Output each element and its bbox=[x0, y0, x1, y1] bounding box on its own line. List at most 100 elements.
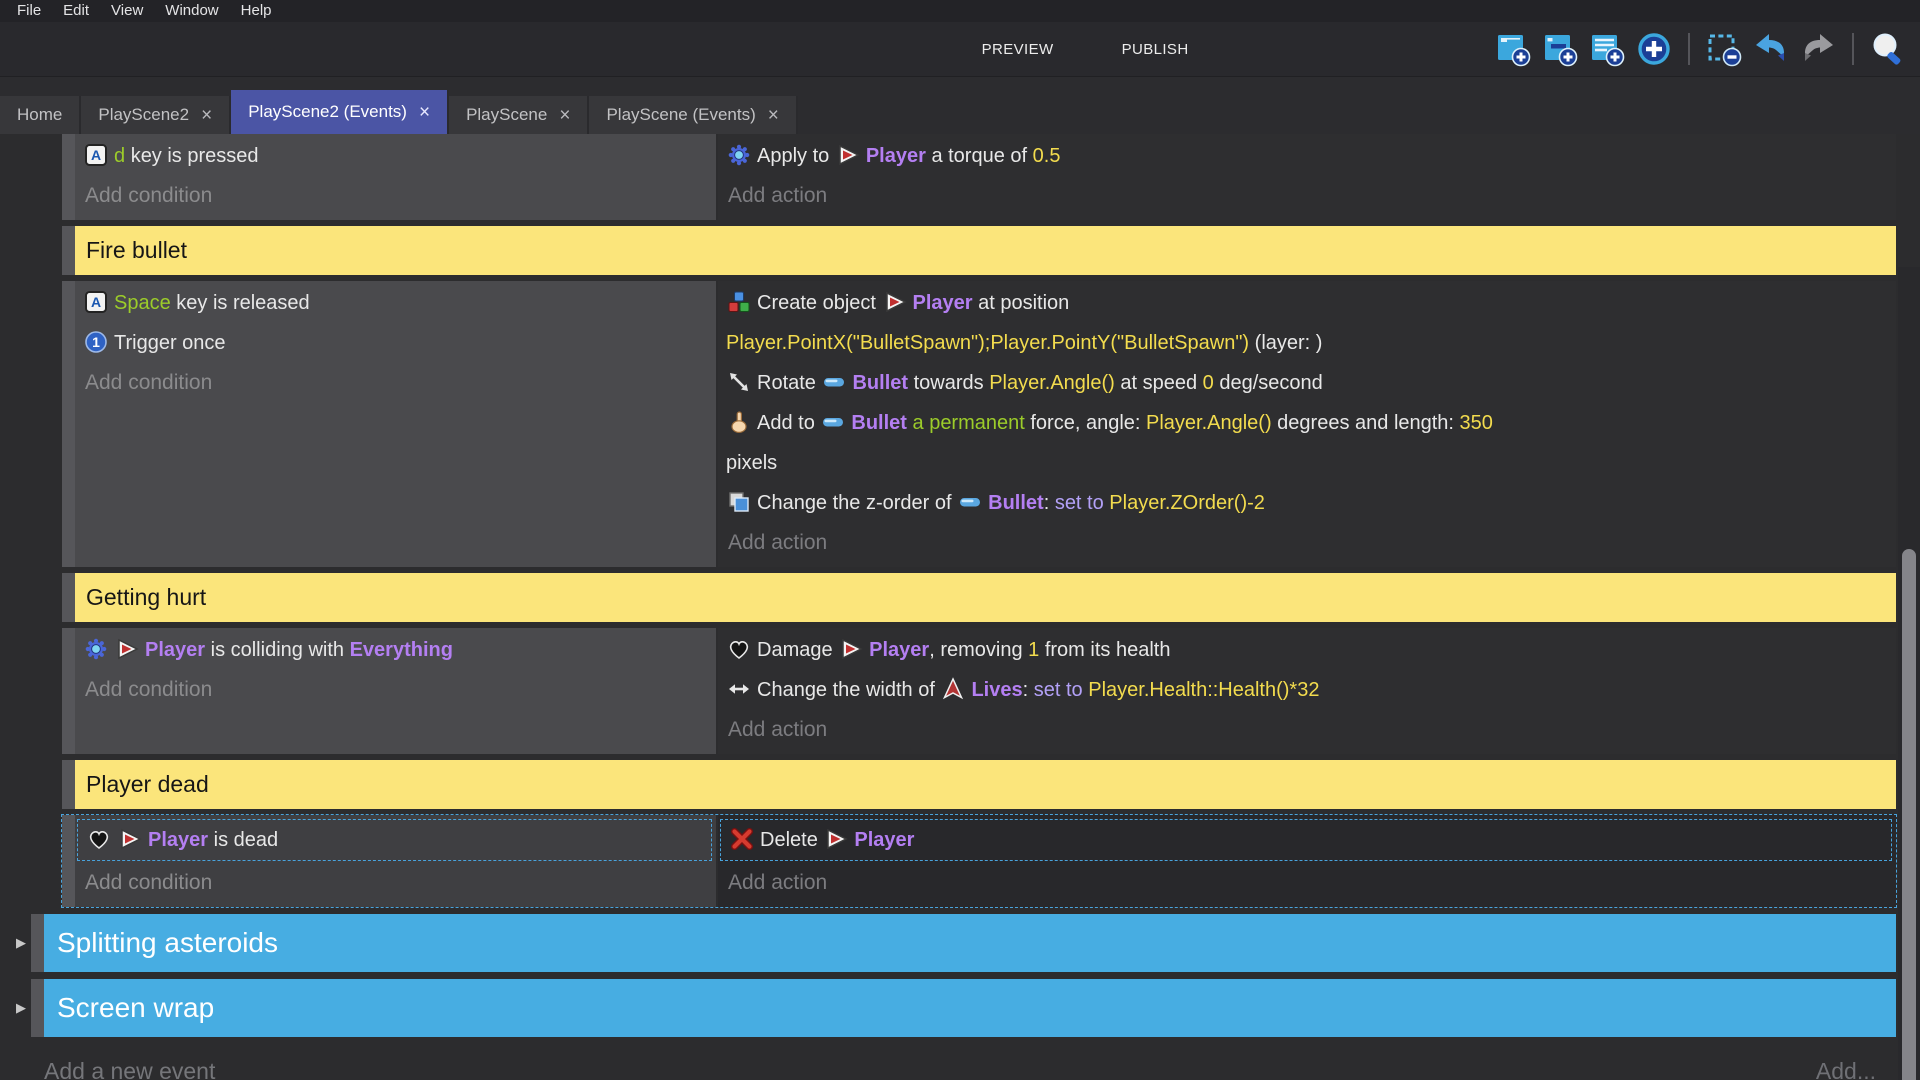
redo-icon[interactable] bbox=[1800, 31, 1836, 67]
row-gutter bbox=[0, 628, 62, 754]
menu-window[interactable]: Window bbox=[154, 0, 229, 22]
action-line[interactable]: Change the z-order of Bullet: set to Pla… bbox=[726, 483, 1890, 523]
event-drag-handle[interactable] bbox=[62, 628, 75, 754]
tab-label: PlayScene bbox=[466, 105, 547, 125]
conditions-column: Player is deadAdd condition bbox=[75, 815, 716, 907]
token: a torque of bbox=[926, 145, 1033, 167]
event-drag-handle[interactable] bbox=[62, 815, 75, 907]
scrollbar-thumb[interactable] bbox=[1902, 549, 1916, 1080]
token: 350 bbox=[1460, 412, 1493, 434]
tab-close-icon[interactable]: × bbox=[768, 106, 779, 125]
publish-icon[interactable] bbox=[1077, 31, 1113, 67]
token: : bbox=[1023, 679, 1034, 701]
tab-close-icon[interactable]: × bbox=[559, 106, 570, 125]
event-drag-handle[interactable] bbox=[31, 914, 44, 972]
action-line[interactable]: Apply to Player a torque of 0.5 bbox=[726, 136, 1890, 176]
tab-close-icon[interactable]: × bbox=[201, 106, 212, 125]
menu-file[interactable]: File bbox=[6, 0, 52, 22]
event-drag-handle[interactable] bbox=[62, 134, 75, 220]
add-condition-button[interactable]: Add condition bbox=[75, 670, 716, 710]
comment-bar[interactable]: Fire bullet bbox=[75, 226, 1896, 275]
search-icon[interactable] bbox=[1870, 31, 1906, 67]
player-ship-icon bbox=[115, 637, 139, 661]
player-ship-icon bbox=[836, 143, 860, 167]
row-gutter bbox=[0, 760, 62, 809]
keyboard-key-icon: A bbox=[84, 290, 108, 314]
action-line[interactable]: Rotate Bullet towards Player.Angle() at … bbox=[726, 363, 1890, 403]
tab-close-icon[interactable]: × bbox=[419, 103, 430, 122]
undo-icon[interactable] bbox=[1753, 31, 1789, 67]
event-drag-handle[interactable] bbox=[31, 979, 44, 1037]
token: : bbox=[1044, 492, 1055, 514]
add-circle-icon[interactable] bbox=[1636, 31, 1672, 67]
add-action-button[interactable]: Add action bbox=[718, 523, 1896, 563]
add-comment-icon[interactable] bbox=[1589, 31, 1625, 67]
comment-bar[interactable]: Getting hurt bbox=[75, 573, 1896, 622]
bullet-icon bbox=[958, 490, 982, 514]
event-sheet: Ad key is pressedAdd conditionApply to P… bbox=[0, 134, 1920, 1080]
menu-view[interactable]: View bbox=[100, 0, 154, 22]
token: a permanent bbox=[907, 412, 1025, 434]
conditions-column: Player is colliding with EverythingAdd c… bbox=[75, 628, 716, 754]
preview-label[interactable]: PREVIEW bbox=[982, 41, 1054, 58]
fold-arrow-icon[interactable]: ▶ bbox=[16, 1000, 26, 1016]
toolbar-separator bbox=[1688, 33, 1690, 65]
group-bar[interactable]: Splitting asteroids bbox=[44, 914, 1896, 972]
add-action-button[interactable]: Add action bbox=[718, 710, 1896, 750]
action-line[interactable]: Change the width of Lives: set to Player… bbox=[726, 670, 1890, 710]
token: Player bbox=[148, 829, 208, 851]
event-drag-handle[interactable] bbox=[62, 226, 75, 275]
bullet-icon bbox=[821, 410, 845, 434]
action-line[interactable]: Add to Bullet a permanent force, angle: … bbox=[726, 403, 1890, 483]
token: Create object bbox=[757, 292, 882, 314]
menu-help[interactable]: Help bbox=[230, 0, 283, 22]
remove-selection-icon[interactable] bbox=[1706, 31, 1742, 67]
add-condition-button[interactable]: Add condition bbox=[75, 863, 716, 903]
publish-label[interactable]: PUBLISH bbox=[1122, 41, 1189, 58]
fold-arrow-icon[interactable]: ▶ bbox=[16, 935, 26, 951]
add-subevent-icon[interactable] bbox=[1542, 31, 1578, 67]
tab-playscene2-events-[interactable]: PlayScene2 (Events)× bbox=[231, 90, 449, 134]
action-line[interactable]: Damage Player, removing 1 from its healt… bbox=[726, 630, 1890, 670]
token: Add to bbox=[757, 412, 820, 434]
add-event-icon[interactable] bbox=[1495, 31, 1531, 67]
add-action-button[interactable]: Add action bbox=[718, 176, 1896, 216]
action-line[interactable]: Create object Player at position Player.… bbox=[726, 283, 1890, 363]
token: (layer: ) bbox=[1249, 332, 1322, 354]
condition-line[interactable]: Player is dead bbox=[86, 820, 705, 860]
token: set to bbox=[1034, 679, 1088, 701]
debug-icon[interactable] bbox=[892, 31, 928, 67]
keyboard-key-icon: A bbox=[84, 143, 108, 167]
comment-bar[interactable]: Player dead bbox=[75, 760, 1896, 809]
add-condition-button[interactable]: Add condition bbox=[75, 176, 716, 216]
token: deg/second bbox=[1214, 372, 1323, 394]
condition-line[interactable]: 1Trigger once bbox=[83, 323, 710, 363]
menu-edit[interactable]: Edit bbox=[52, 0, 100, 22]
token: is colliding with bbox=[205, 639, 350, 661]
tab-playscene-events-[interactable]: PlayScene (Events)× bbox=[589, 96, 797, 134]
event-drag-handle[interactable] bbox=[62, 573, 75, 622]
tab-home[interactable]: Home bbox=[0, 96, 81, 134]
action-line[interactable]: Delete Player bbox=[729, 820, 1885, 860]
event-drag-handle[interactable] bbox=[62, 760, 75, 809]
add-action-button[interactable]: Add action bbox=[718, 863, 1896, 903]
token: degrees and length: bbox=[1272, 412, 1460, 434]
physics-gear-icon bbox=[84, 637, 108, 661]
add-condition-button[interactable]: Add condition bbox=[75, 363, 716, 403]
group-bar[interactable]: Screen wrap bbox=[44, 979, 1896, 1037]
add-new-event-button[interactable]: Add a new event bbox=[44, 1058, 215, 1080]
token: Rotate bbox=[757, 372, 821, 394]
condition-line[interactable]: Ad key is pressed bbox=[83, 136, 710, 176]
tab-playscene2[interactable]: PlayScene2× bbox=[81, 96, 231, 134]
vertical-scrollbar[interactable] bbox=[1898, 267, 1920, 1080]
tab-playscene[interactable]: PlayScene × bbox=[449, 96, 589, 134]
condition-line[interactable]: Player is colliding with Everything bbox=[83, 630, 710, 670]
event-drag-handle[interactable] bbox=[62, 281, 75, 567]
preview-icon[interactable] bbox=[937, 31, 973, 67]
row-gutter bbox=[0, 226, 62, 275]
condition-line[interactable]: ASpace key is released bbox=[83, 283, 710, 323]
add-button[interactable]: Add... bbox=[1816, 1058, 1876, 1080]
comment-row: Player dead bbox=[0, 760, 1920, 809]
token: , removing bbox=[929, 639, 1028, 661]
token: Everything bbox=[350, 639, 453, 661]
